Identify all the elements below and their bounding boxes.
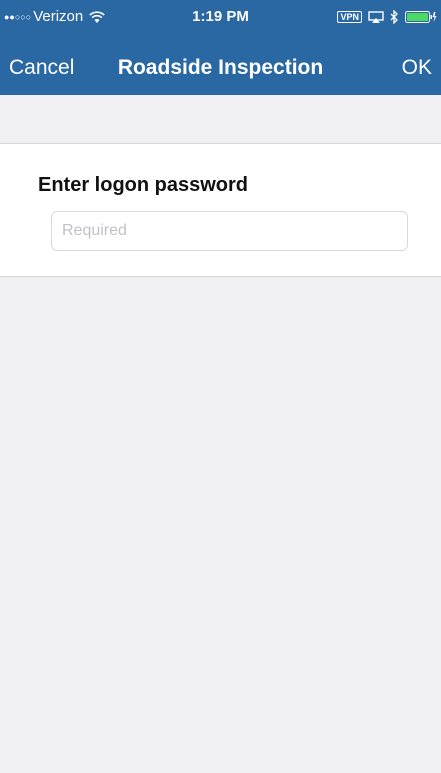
status-right: VPN: [337, 8, 437, 26]
airplay-icon: [368, 10, 384, 23]
navigation-bar: Cancel Roadside Inspection OK: [0, 40, 441, 95]
status-bar: ●●○○○ Verizon 1:19 PM VPN: [0, 0, 441, 40]
password-field-label: Enter logon password: [38, 174, 249, 196]
battery-icon: [405, 11, 437, 23]
charging-icon: [432, 12, 437, 22]
bluetooth-icon: [390, 10, 398, 24]
app-screen: ●●○○○ Verizon 1:19 PM VPN Cancel Roadsid…: [0, 0, 441, 773]
vpn-badge: VPN: [337, 11, 362, 23]
password-form-card: Enter logon password: [0, 143, 441, 277]
top-bar: ●●○○○ Verizon 1:19 PM VPN Cancel Roadsid…: [0, 0, 441, 95]
ok-button[interactable]: OK: [402, 40, 432, 95]
cancel-button[interactable]: Cancel: [9, 40, 74, 95]
password-input[interactable]: [51, 211, 408, 251]
